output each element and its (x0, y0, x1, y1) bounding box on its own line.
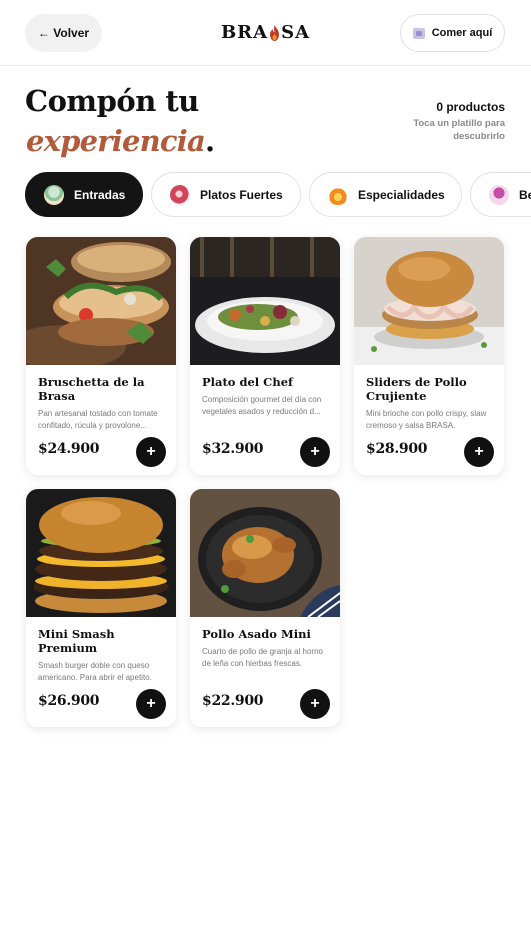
product-card[interactable]: Sliders de Pollo Crujiente Mini brioche … (354, 237, 504, 475)
product-name: Mini Smash Premium (38, 627, 115, 655)
steak-icon (170, 184, 190, 205)
wine-glass-icon (489, 184, 509, 205)
page-title-line2: experiencia. (26, 124, 215, 158)
dine-in-button[interactable]: Comer aquí (400, 14, 505, 52)
tab-label: Be (519, 187, 531, 202)
page-title-line1: Compón tu (25, 84, 199, 118)
sliders-photo (354, 237, 504, 365)
tab-label: Entradas (74, 187, 126, 202)
add-to-cart-button[interactable]: + (300, 437, 330, 467)
top-bar: ← Volver BRA SA Comer aquí (0, 0, 531, 66)
tab-platos-fuertes[interactable]: Platos Fuertes (151, 172, 301, 217)
product-price: $28.900 (366, 441, 428, 457)
page-title-accent: experiencia (26, 124, 206, 158)
tab-bebidas[interactable]: Be (470, 172, 531, 217)
tab-especialidades[interactable]: Especialidades (309, 172, 462, 217)
product-description: Cuarto de pollo de granja al horno de le… (202, 647, 323, 668)
logo-text-right: SA (281, 22, 311, 43)
product-description: Pan artesanal tostado con tomate confita… (38, 409, 158, 430)
product-price: $32.900 (202, 441, 264, 457)
flame-icon (328, 184, 348, 205)
flame-icon (269, 24, 280, 41)
tap-hint: Toca un platillo para descubrirlo (413, 118, 505, 142)
logo-text-left: BRA (220, 22, 269, 43)
table-icon (412, 27, 425, 39)
product-description: Composición gourmet del día con vegetale… (202, 395, 322, 416)
product-name: Bruschetta de la Brasa (38, 375, 145, 403)
product-name: Sliders de Pollo Crujiente (366, 375, 467, 403)
add-to-cart-button[interactable]: + (300, 689, 330, 719)
add-to-cart-button[interactable]: + (136, 437, 166, 467)
product-card[interactable]: Pollo Asado Mini Cuarto de pollo de gran… (190, 489, 340, 727)
cart-product-count: 0 productos (436, 100, 505, 114)
dine-in-label: Comer aquí (431, 27, 493, 39)
product-card[interactable]: Mini Smash Premium Smash burger doble co… (26, 489, 176, 727)
smash-burger-photo (26, 489, 176, 617)
tab-label: Platos Fuertes (200, 187, 283, 202)
product-price: $24.900 (38, 441, 100, 457)
product-description: Mini brioche con pollo crispy, slaw crem… (366, 409, 487, 430)
tab-entradas[interactable]: Entradas (25, 172, 143, 217)
salad-bowl-icon (44, 184, 64, 205)
product-card[interactable]: Plato del Chef Composición gourmet del d… (190, 237, 340, 475)
product-name: Pollo Asado Mini (202, 627, 311, 641)
tab-label: Especialidades (358, 187, 445, 202)
chef-plate-photo (190, 237, 340, 365)
page-title-dot: . (204, 124, 215, 158)
category-tabs: Entradas Platos Fuertes Especialidades B… (25, 172, 531, 218)
roast-chicken-photo (190, 489, 340, 617)
product-name: Plato del Chef (202, 375, 293, 389)
add-to-cart-button[interactable]: + (464, 437, 494, 467)
bruschetta-photo (26, 237, 176, 365)
add-to-cart-button[interactable]: + (136, 689, 166, 719)
product-price: $22.900 (202, 693, 264, 709)
product-price: $26.900 (38, 693, 100, 709)
product-description: Smash burger doble con queso americano. … (38, 661, 152, 682)
product-card[interactable]: Bruschetta de la Brasa Pan artesanal tos… (26, 237, 176, 475)
